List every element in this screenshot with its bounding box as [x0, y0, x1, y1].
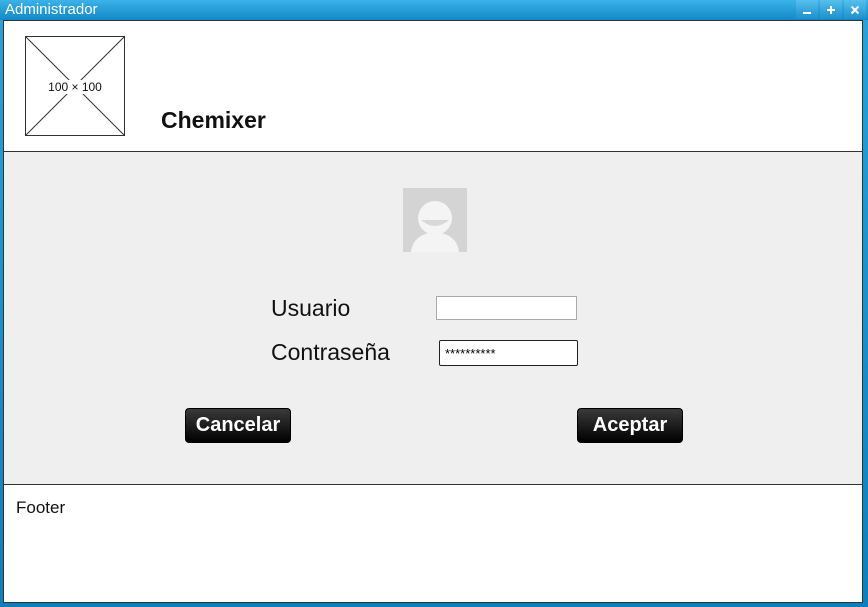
logo-placeholder-image: 100 × 100: [25, 36, 125, 136]
logo-placeholder-label: 100 × 100: [47, 80, 103, 94]
login-panel: Usuario Contraseña Cancelar Aceptar: [4, 152, 862, 485]
window-controls: [794, 0, 866, 20]
user-avatar-icon: [403, 188, 467, 252]
title-bar[interactable]: Administrador: [0, 0, 868, 20]
close-icon[interactable]: [844, 0, 866, 19]
password-input[interactable]: [439, 340, 578, 366]
header: 100 × 100 Chemixer: [4, 21, 862, 152]
footer: Footer: [4, 485, 862, 602]
username-label: Usuario: [271, 295, 351, 321]
window-title: Administrador: [5, 1, 98, 18]
minimize-icon[interactable]: [796, 0, 818, 19]
password-label: Contraseña: [271, 339, 390, 365]
accept-button[interactable]: Aceptar: [577, 408, 683, 443]
username-input[interactable]: [436, 296, 577, 320]
brand-name: Chemixer: [161, 107, 266, 133]
window-content: 100 × 100 Chemixer Usuario Contraseña Ca…: [3, 20, 863, 603]
app-window: Administrador 100 × 100 Chemixer Usuario…: [0, 0, 868, 607]
footer-text: Footer: [16, 498, 66, 517]
maximize-icon[interactable]: [820, 0, 842, 19]
cancel-button[interactable]: Cancelar: [185, 408, 291, 443]
